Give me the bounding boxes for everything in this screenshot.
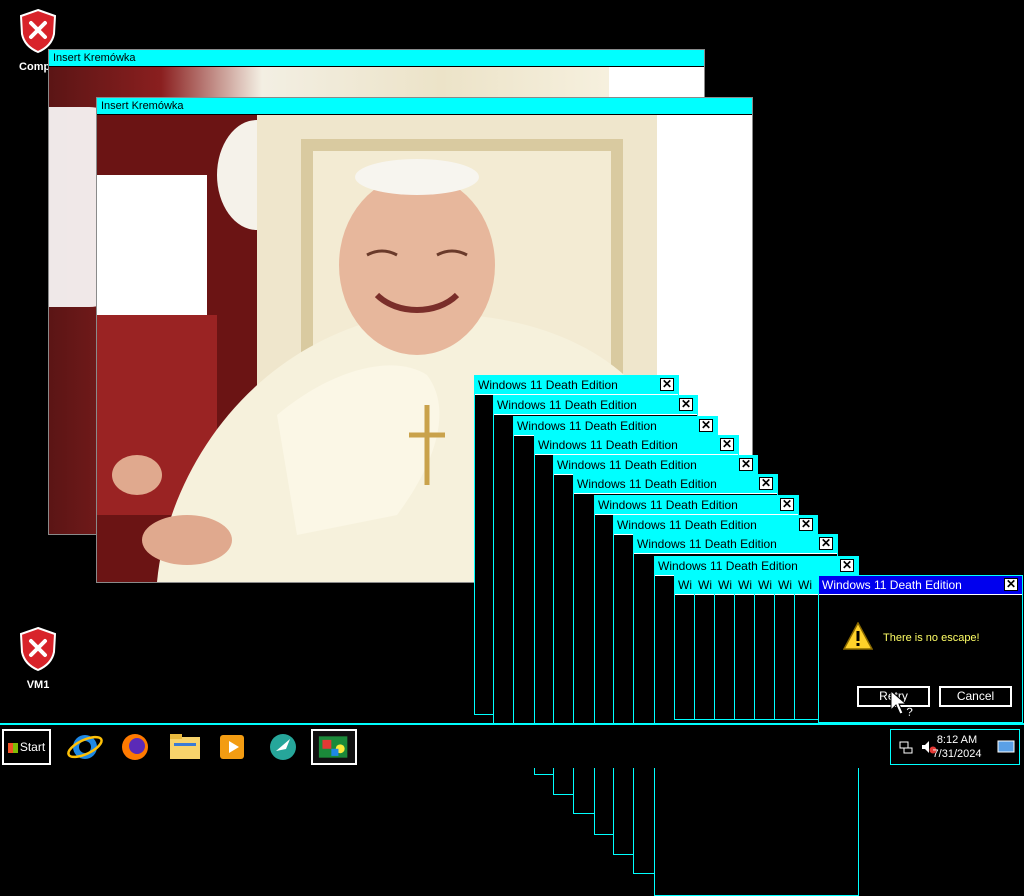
warning-icon [843,622,873,650]
death-window-title: Windows 11 Death Edition [478,378,618,392]
close-button[interactable]: ✕ [780,498,794,511]
death-window-title-bar[interactable]: Windows 11 Death Edition ✕ [614,516,817,535]
death-window-title: Windows 11 Death Edition [517,419,657,433]
close-button[interactable]: ✕ [1004,578,1018,591]
death-window-title-bar[interactable]: Windows 11 Death Edition ✕ [655,557,858,576]
death-window-title: Wi [698,578,712,592]
death-window-title-bar[interactable]: Windows 11 Death Edition ✕ [554,456,757,475]
close-button[interactable]: ✕ [799,518,813,531]
death-window-title: Wi [778,578,792,592]
window-title[interactable]: Insert Kremówka [49,50,704,67]
death-window-title: Wi [678,578,692,592]
desktop-icon-label: VM1 [26,679,50,691]
clock[interactable]: 8:12 AM 7/31/2024 [925,733,989,761]
close-button[interactable]: ✕ [819,537,833,550]
clock-time: 8:12 AM [936,734,978,746]
start-button[interactable]: Start [2,729,51,765]
close-button[interactable]: ✕ [759,477,773,490]
start-label: Start [19,740,46,754]
close-button[interactable]: ✕ [720,438,734,451]
death-window-title: Windows 11 Death Edition [598,498,738,512]
dialog-title-bar[interactable]: Windows 11 Death Edition ✕ [819,576,1022,595]
death-window-title-bar[interactable]: Windows 11 Death Edition ✕ [514,417,717,436]
death-window-title: Wi [758,578,772,592]
close-button[interactable]: ✕ [679,398,693,411]
death-window-title: Windows 11 Death Edition [617,518,757,532]
internet-explorer-icon[interactable] [64,729,106,765]
globe-arrow-icon[interactable] [262,729,304,765]
death-window-title-bar[interactable]: Windows 11 Death Edition ✕ [574,475,777,494]
death-window-title: Windows 11 Death Edition [658,559,798,573]
dialog-title: Windows 11 Death Edition [822,578,962,592]
cancel-button[interactable]: Cancel [939,686,1012,707]
firefox-icon[interactable] [114,729,156,765]
dialog-message: There is no escape! [883,632,980,644]
window-title[interactable]: Insert Kremówka [97,98,752,115]
clock-date: 7/31/2024 [932,748,982,760]
network-icon[interactable] [899,740,913,754]
close-button[interactable]: ✕ [660,378,674,391]
death-dialog[interactable]: Windows 11 Death Edition ✕ There is no e… [818,575,1023,723]
shield-error-icon [19,626,57,672]
death-window-title: Windows 11 Death Edition [497,398,637,412]
desktop-icon-vm1[interactable]: VM1 [6,626,70,691]
death-window-title: Wi [738,578,752,592]
taskbar: Start 8:12 AM 7/31/2024 [0,723,1024,768]
death-window-title-bar[interactable]: Windows 11 Death Edition ✕ [634,535,837,554]
death-window-title: Windows 11 Death Edition [538,438,678,452]
death-window-title: Windows 11 Death Edition [637,537,777,551]
show-desktop-icon[interactable] [997,740,1015,754]
media-player-icon[interactable] [212,729,254,765]
death-window-title-bar[interactable]: Windows 11 Death Edition ✕ [535,436,738,455]
death-window-title: Wi [718,578,732,592]
close-button[interactable]: ✕ [739,458,753,471]
mouse-pointer-help-icon: ? [890,690,914,718]
death-window-title: Windows 11 Death Edition [577,477,717,491]
system-tray: 8:12 AM 7/31/2024 [890,729,1020,765]
death-window-title: Windows 11 Death Edition [557,458,697,472]
windows-flag-icon [7,742,18,753]
close-button[interactable]: ✕ [699,419,713,432]
file-explorer-icon[interactable] [164,729,206,765]
svg-text:?: ? [906,705,913,718]
shield-error-icon [19,8,57,54]
death-window-title-bar[interactable]: Windows 11 Death Edition ✕ [595,496,798,515]
close-button[interactable]: ✕ [840,559,854,572]
paint-app-icon[interactable] [311,729,357,765]
death-window-title: Wi [798,578,812,592]
death-window-title-bar[interactable]: Windows 11 Death Edition ✕ [475,376,678,395]
death-window-title-bar[interactable]: Windows 11 Death Edition ✕ [494,396,697,415]
